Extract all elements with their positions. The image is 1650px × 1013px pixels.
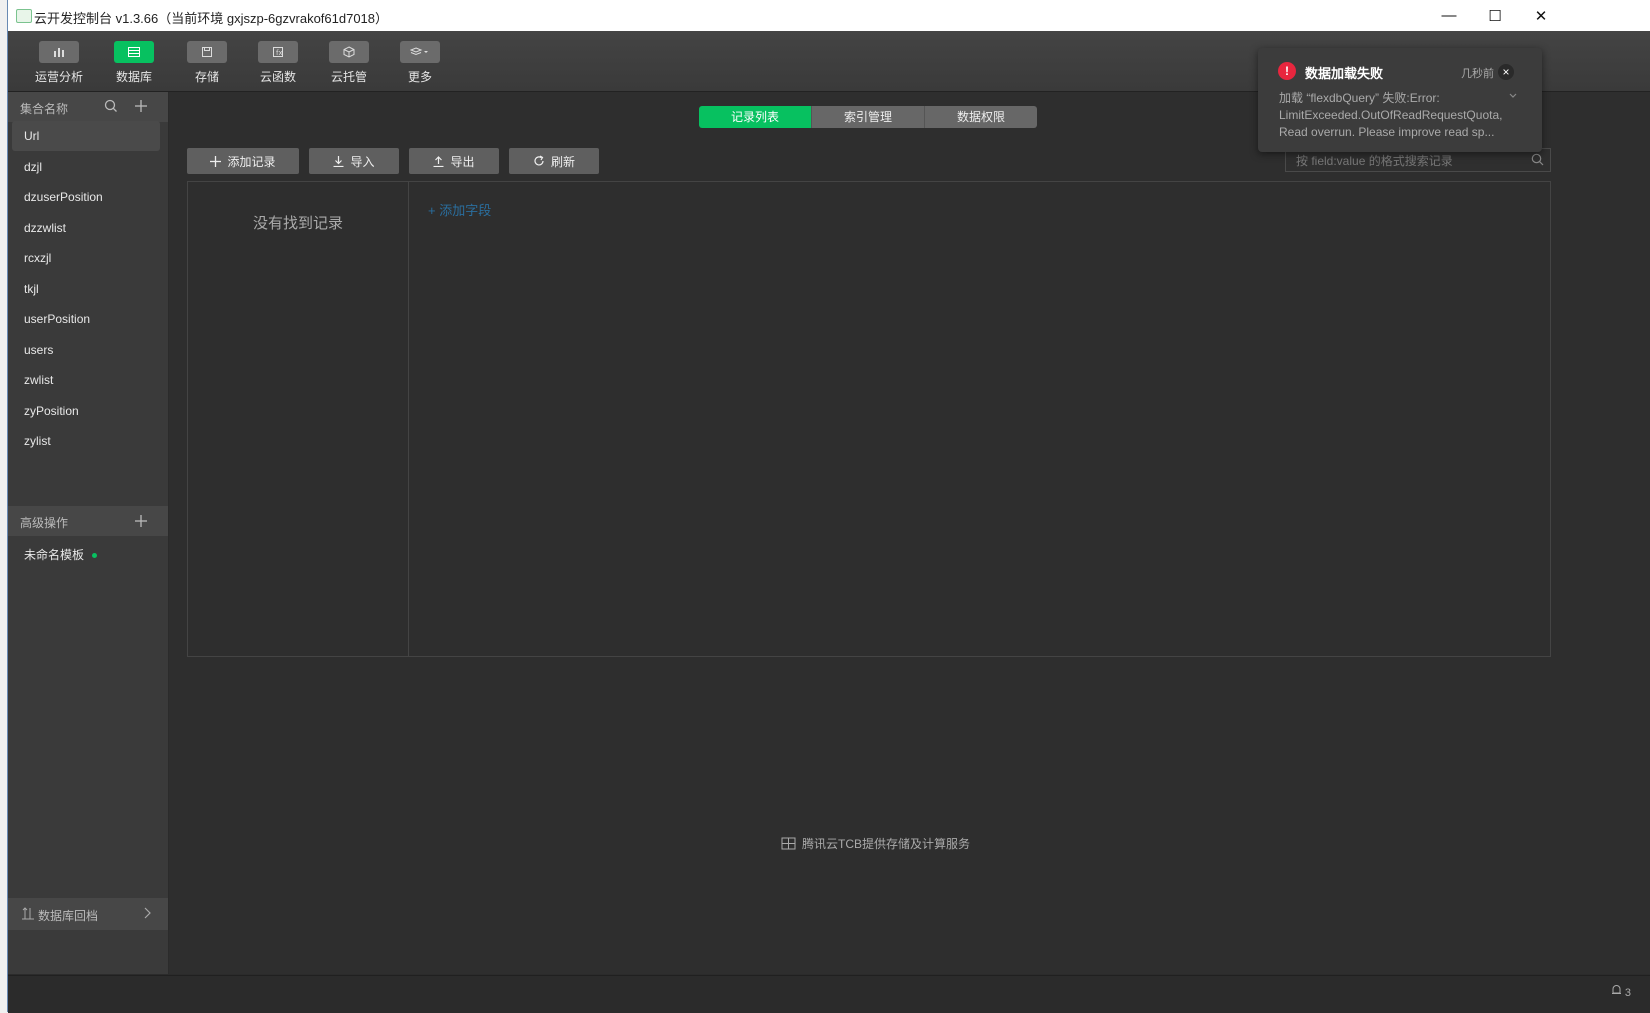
records-panel: 没有找到记录 + 添加字段 bbox=[187, 181, 1551, 657]
chevron-right-icon bbox=[142, 906, 152, 923]
advanced-header-label: 高级操作 bbox=[20, 516, 69, 530]
add-field-link[interactable]: + 添加字段 bbox=[428, 200, 491, 219]
advanced-header: 高级操作 bbox=[8, 506, 168, 536]
export-button[interactable]: 导出 bbox=[409, 148, 499, 174]
search-icon[interactable] bbox=[104, 99, 118, 116]
tool-label: 更多 bbox=[407, 70, 432, 84]
error-toast: ! 数据加载失败 几秒前 × 加载 “flexdbQuery” 失败:Error… bbox=[1258, 48, 1542, 152]
title-bar: 云开发控制台 v1.3.66（当前环境 gxjszp-6gzvrakof61d7… bbox=[8, 0, 1650, 31]
upload-icon bbox=[433, 155, 444, 167]
tool-hosting[interactable]: 云托管 bbox=[319, 41, 379, 85]
svg-text:fx: fx bbox=[276, 49, 283, 57]
toast-message: 加载 “flexdbQuery” 失败:Error: LimitExceeded… bbox=[1279, 91, 1503, 139]
notification-indicator[interactable]: 3 bbox=[1611, 984, 1631, 999]
collection-item[interactable]: zwlist bbox=[12, 365, 160, 395]
refresh-icon bbox=[534, 155, 544, 166]
error-icon: ! bbox=[1278, 62, 1296, 80]
tool-label: 运营分析 bbox=[34, 70, 83, 84]
tab-records[interactable]: 记录列表 bbox=[699, 106, 812, 128]
status-bar: 3 bbox=[8, 975, 1650, 1013]
collections-header-label: 集合名称 bbox=[20, 102, 69, 116]
sort-icon bbox=[22, 907, 34, 923]
collection-item[interactable]: dzuserPosition bbox=[12, 182, 160, 212]
tool-label: 云托管 bbox=[330, 70, 367, 84]
db-rollback-label: 数据库回档 bbox=[38, 909, 99, 923]
collection-item[interactable]: zylist bbox=[12, 426, 160, 456]
chart-icon bbox=[39, 41, 79, 63]
tool-analytics[interactable]: 运营分析 bbox=[29, 41, 89, 85]
db-rollback-bar[interactable]: 数据库回档 bbox=[8, 898, 168, 930]
add-template-icon[interactable] bbox=[134, 514, 148, 531]
tab-permissions[interactable]: 数据权限 bbox=[925, 106, 1037, 128]
app-window: 云开发控制台 v1.3.66（当前环境 gxjszp-6gzvrakof61d7… bbox=[7, 0, 1650, 1013]
collection-item[interactable]: users bbox=[12, 335, 160, 365]
add-collection-icon[interactable] bbox=[134, 99, 148, 116]
function-icon: fx bbox=[258, 41, 298, 63]
import-label: 导入 bbox=[350, 154, 375, 169]
close-button[interactable]: ✕ bbox=[1518, 0, 1564, 31]
storage-icon bbox=[187, 41, 227, 63]
minimize-button[interactable]: — bbox=[1426, 0, 1472, 31]
layers-icon bbox=[400, 41, 440, 63]
add-record-button[interactable]: 添加记录 bbox=[187, 148, 299, 174]
bell-icon bbox=[1611, 985, 1621, 994]
record-search-input[interactable] bbox=[1294, 152, 1526, 170]
sidebar: 集合名称 Url dzjl dzuserPosition dzzwlist rc… bbox=[8, 92, 168, 974]
collection-item[interactable]: tkjl bbox=[12, 274, 160, 304]
plus-icon bbox=[210, 155, 222, 167]
notification-count: 3 bbox=[1624, 987, 1631, 999]
collection-item[interactable]: dzjl bbox=[12, 152, 160, 182]
main-content: 记录列表 索引管理 数据权限 添加记录 导入 导出 刷新 按 field:val… bbox=[169, 92, 1650, 974]
cube-icon bbox=[329, 41, 369, 63]
collection-item[interactable]: userPosition bbox=[12, 304, 160, 334]
add-field-label: 添加字段 bbox=[439, 203, 492, 218]
app-icon bbox=[16, 9, 32, 23]
maximize-button[interactable]: ☐ bbox=[1472, 0, 1518, 31]
tool-label: 云函数 bbox=[259, 70, 296, 84]
tool-storage[interactable]: 存储 bbox=[177, 41, 237, 85]
collection-item[interactable]: rcxzjl bbox=[12, 243, 160, 273]
download-icon bbox=[333, 155, 344, 167]
template-item[interactable]: 未命名模板 bbox=[12, 540, 160, 570]
tool-label: 存储 bbox=[194, 70, 219, 84]
database-icon bbox=[114, 41, 154, 63]
toast-close-icon[interactable]: × bbox=[1498, 64, 1514, 80]
expand-chevron-icon[interactable] bbox=[1508, 92, 1518, 103]
tool-more[interactable]: 更多 bbox=[390, 41, 450, 85]
collection-item[interactable]: Url bbox=[12, 121, 160, 151]
collections-header: 集合名称 bbox=[8, 92, 168, 122]
window-title: 云开发控制台 v1.3.66（当前环境 gxjszp-6gzvrakof61d7… bbox=[34, 11, 389, 26]
plus-icon: + bbox=[428, 203, 440, 218]
tool-label: 数据库 bbox=[115, 70, 152, 84]
record-list: 没有找到记录 bbox=[188, 182, 409, 656]
export-label: 导出 bbox=[450, 154, 475, 169]
template-label: 未命名模板 bbox=[24, 548, 85, 562]
service-note-text: 腾讯云TCB提供存储及计算服务 bbox=[802, 837, 971, 851]
toast-title: 数据加载失败 bbox=[1305, 66, 1384, 81]
search-icon[interactable] bbox=[1531, 153, 1544, 171]
collection-item[interactable]: zyPosition bbox=[12, 396, 160, 426]
toast-time: 几秒前 bbox=[1461, 68, 1494, 80]
tool-database[interactable]: 数据库 bbox=[104, 41, 164, 85]
collection-item[interactable]: dzzwlist bbox=[12, 213, 160, 243]
service-note: 腾讯云TCB提供存储及计算服务 bbox=[781, 835, 970, 852]
tencent-cloud-logo-icon bbox=[781, 837, 796, 850]
tool-functions[interactable]: fx 云函数 bbox=[248, 41, 308, 85]
import-button[interactable]: 导入 bbox=[309, 148, 399, 174]
empty-records-text: 没有找到记录 bbox=[252, 215, 343, 232]
refresh-label: 刷新 bbox=[550, 154, 575, 169]
add-record-label: 添加记录 bbox=[227, 154, 276, 169]
view-tabs: 记录列表 索引管理 数据权限 bbox=[699, 106, 1037, 128]
unsaved-dot-icon bbox=[92, 553, 98, 559]
refresh-button[interactable]: 刷新 bbox=[509, 148, 599, 174]
tab-indexes[interactable]: 索引管理 bbox=[812, 106, 925, 128]
